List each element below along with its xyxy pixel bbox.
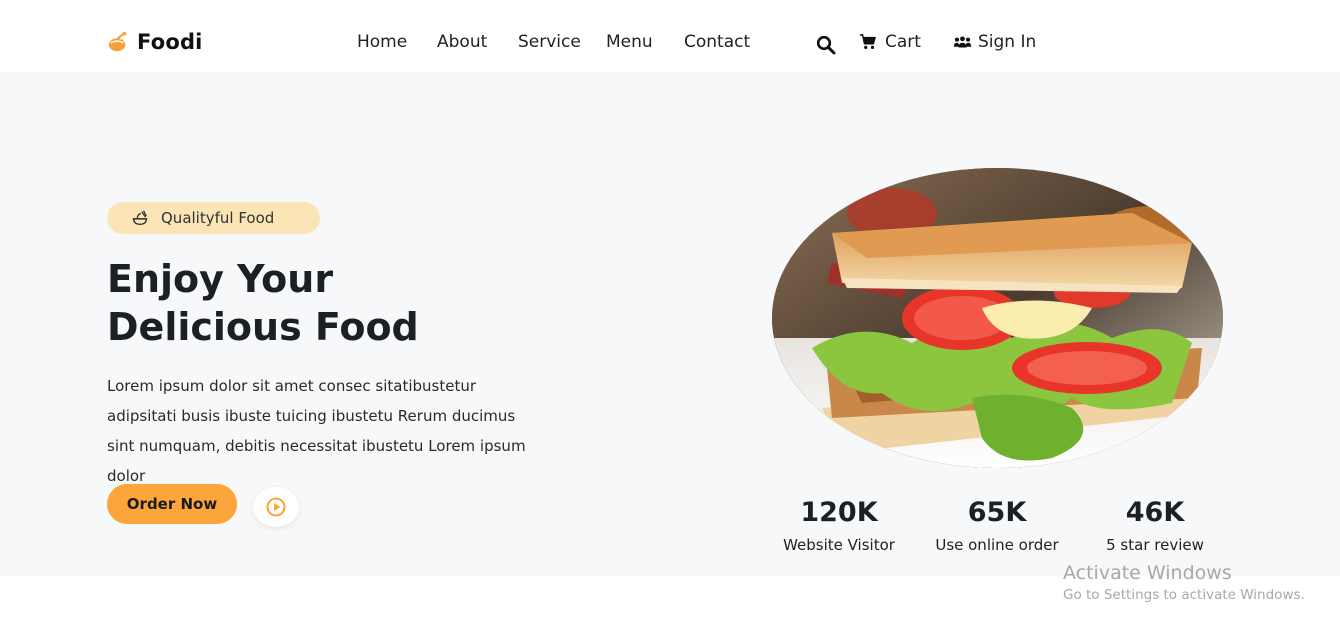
order-now-button[interactable]: Order Now	[107, 484, 237, 524]
badge-text: Qualityful Food	[161, 209, 275, 227]
windows-watermark-title: Activate Windows	[1063, 562, 1232, 584]
search-icon[interactable]	[816, 35, 836, 55]
stat-label: Website Visitor	[783, 536, 895, 554]
food-bowl-icon	[132, 210, 148, 225]
hero-title: Enjoy Your Delicious Food	[107, 255, 587, 351]
cart-icon	[859, 34, 876, 50]
hero-title-line-1: Enjoy Your	[107, 257, 334, 301]
nav-item-menu[interactable]: Menu	[606, 32, 653, 52]
nav-item-service[interactable]: Service	[518, 32, 581, 52]
hero-title-line-2: Delicious Food	[107, 305, 419, 349]
stat-value: 65K	[967, 497, 1027, 528]
stat-value: 120K	[800, 497, 878, 528]
stat-website-visitor: 120K Website Visitor	[759, 496, 919, 554]
nav-item-contact[interactable]: Contact	[684, 32, 750, 52]
sandwich-illustration	[772, 168, 1223, 468]
signin-link[interactable]: Sign In	[953, 32, 1036, 52]
signin-label: Sign In	[978, 32, 1037, 52]
chef-hat-icon	[108, 31, 127, 52]
nav-item-about[interactable]: About	[437, 32, 487, 52]
stat-label: Use online order	[935, 536, 1059, 554]
brand-logo[interactable]: Foodi	[107, 30, 203, 54]
brand-name: Foodi	[137, 30, 203, 54]
cart-link[interactable]: Cart	[859, 32, 921, 52]
windows-watermark-subtitle: Go to Settings to activate Windows.	[1063, 587, 1305, 603]
play-video-button[interactable]	[253, 487, 299, 527]
site-header: Foodi Home About Service Menu Contact Ca…	[0, 0, 1340, 72]
hero-food-image	[772, 168, 1223, 468]
stat-label: 5 star review	[1106, 536, 1204, 554]
stat-star-review: 46K 5 star review	[1075, 496, 1235, 554]
cart-label: Cart	[885, 32, 921, 52]
hero-description: Lorem ipsum dolor sit amet consec sitati…	[107, 377, 526, 485]
users-icon	[953, 36, 972, 48]
nav-item-home[interactable]: Home	[357, 32, 407, 52]
play-icon	[266, 497, 286, 517]
stat-value: 46K	[1125, 497, 1185, 528]
stat-online-order: 65K Use online order	[917, 496, 1077, 554]
quality-badge: Qualityful Food	[107, 202, 320, 234]
